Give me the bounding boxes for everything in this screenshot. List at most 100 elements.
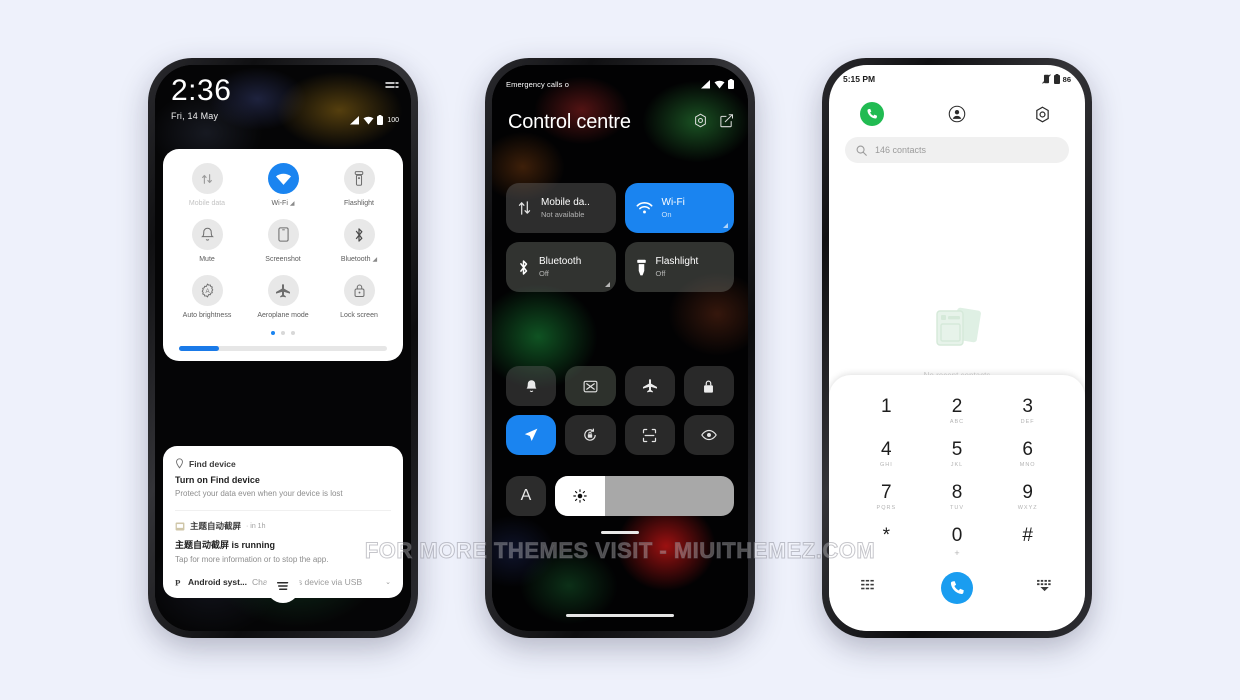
qs-label: Lock screen <box>340 312 378 319</box>
page-title: Control centre <box>508 111 631 133</box>
quick-settings-grid: Mobile data Wi-Fi ◢ Flashlight Mute Scre… <box>169 163 397 319</box>
qs-tile-aeroplane-mode[interactable]: Aeroplane mode <box>245 275 321 319</box>
qs-tile-mute[interactable]: Mute <box>169 219 245 263</box>
cc-tile-subtitle: On <box>661 210 672 220</box>
qs-page-dot[interactable] <box>271 331 275 335</box>
notification-app-row: Find device <box>175 458 391 469</box>
cc-tile-wifi[interactable]: Wi-Fi On <box>624 183 734 233</box>
data-transfer-icon <box>191 163 223 194</box>
cc-small-tile-aeroplane[interactable] <box>624 366 675 406</box>
notification-divider <box>175 510 391 512</box>
cc-tile-flashlight[interactable]: Flashlight Off <box>624 242 734 292</box>
hide-keypad-icon[interactable] <box>1036 579 1053 597</box>
battery-icon <box>1053 74 1060 84</box>
chevron-down-icon[interactable]: ⌄ <box>385 578 391 586</box>
phone-3-status-icons: 86 <box>1041 74 1071 84</box>
notification-title: 主题自动截屏 is running <box>175 540 275 551</box>
cc-tile-subtitle: Off <box>539 269 549 279</box>
qs-page-dot[interactable] <box>291 331 295 335</box>
location-arrow-icon <box>524 428 538 441</box>
keypad-action-row <box>851 572 1063 604</box>
cc-small-tile-eye[interactable] <box>683 415 734 455</box>
call-button[interactable] <box>941 572 973 604</box>
tab-contacts[interactable] <box>914 105 999 123</box>
key-0[interactable]: 0 + <box>922 526 993 558</box>
key-star[interactable]: * <box>851 526 922 558</box>
cc-small-tile-location[interactable] <box>506 415 557 455</box>
qs-page-indicator[interactable] <box>169 331 397 335</box>
key-3[interactable]: 3 DEF <box>992 397 1063 425</box>
location-pin-icon <box>176 458 183 469</box>
auto-brightness-icon: A <box>191 275 223 306</box>
cc-tile-subtitle: Off <box>655 269 666 279</box>
quick-settings-panel: Mobile data Wi-Fi ◢ Flashlight Mute Scre… <box>163 149 403 361</box>
key-9[interactable]: 9 WXYZ <box>992 483 1063 511</box>
cc-tile-title: Wi-Fi <box>661 196 685 208</box>
cc-tile-mobile-data[interactable]: Mobile da.. Not available <box>506 183 616 233</box>
key-5[interactable]: 5 JKL <box>922 440 993 468</box>
expand-corner-icon[interactable] <box>723 223 728 228</box>
qs-tile-bluetooth[interactable]: Bluetooth ◢ <box>321 219 397 263</box>
flashlight-icon <box>636 259 646 275</box>
qs-tile-screenshot[interactable]: Screenshot <box>245 219 321 263</box>
search-input[interactable]: 146 contacts <box>845 137 1069 163</box>
qs-tile-lock-screen[interactable]: Lock screen <box>321 275 397 319</box>
notification-list-icon[interactable] <box>266 569 300 603</box>
battery-icon <box>377 115 384 125</box>
settings-gear-icon <box>1036 106 1049 122</box>
call-log-icon[interactable] <box>861 579 878 597</box>
control-centre-drag-handle[interactable] <box>601 531 639 534</box>
brightness-fill <box>179 346 219 351</box>
phone-handset-icon <box>859 102 884 126</box>
cc-small-tile-rotation-lock[interactable] <box>565 415 616 455</box>
key-hash[interactable]: # <box>992 526 1063 558</box>
wifi-icon <box>714 80 725 88</box>
collapse-handle-icon[interactable] <box>385 77 399 95</box>
cast-screen-icon <box>583 380 598 392</box>
notification-app-row: 主题自动截屏 · in 1h <box>175 520 391 532</box>
brightness-slider[interactable] <box>179 346 387 351</box>
search-icon <box>856 145 867 156</box>
key-8[interactable]: 8 TUV <box>922 483 993 511</box>
cc-small-tile-scan[interactable] <box>624 415 675 455</box>
person-circle-icon <box>948 105 966 123</box>
key-1[interactable]: 1 <box>851 397 922 425</box>
cc-small-tile-cast[interactable] <box>565 366 616 406</box>
tab-settings[interactable] <box>1000 106 1085 123</box>
phone-2-wallpaper <box>492 65 748 631</box>
qs-page-dot[interactable] <box>281 331 285 335</box>
bluetooth-icon <box>343 219 375 250</box>
cc-small-tile-lock[interactable] <box>683 366 734 406</box>
expand-corner-icon[interactable] <box>604 282 610 287</box>
tab-phone[interactable] <box>829 102 914 126</box>
qs-tile-wifi[interactable]: Wi-Fi ◢ <box>245 163 321 207</box>
status-time: 5:15 PM <box>843 74 876 84</box>
cc-auto-brightness-tile[interactable]: A <box>506 476 546 516</box>
notification-app-name: 主题自动截屏 <box>190 521 242 532</box>
control-centre-header: Control centre <box>508 111 734 134</box>
qs-tile-mobile-data[interactable]: Mobile data <box>169 163 245 207</box>
battery-percent: 86 <box>1062 74 1071 84</box>
eye-icon <box>701 429 717 441</box>
cc-tile-title: Mobile da.. <box>541 196 590 208</box>
cc-small-tile-mute[interactable] <box>506 366 557 406</box>
lock-icon <box>704 380 714 393</box>
qs-tile-auto-brightness[interactable]: A Auto brightness <box>169 275 245 319</box>
key-4[interactable]: 4 GHI <box>851 440 922 468</box>
key-2[interactable]: 2 ABC <box>922 397 993 425</box>
qs-tile-flashlight[interactable]: Flashlight <box>321 163 397 207</box>
edit-pencil-icon[interactable] <box>719 113 734 133</box>
empty-state: No recent contacts <box>829 305 1085 380</box>
cc-tile-bluetooth[interactable]: Bluetooth Off <box>506 242 616 292</box>
dialer-keypad: 1 2 ABC 3 DEF 4 GHI 5 JKL 6 MNO 7 PQRS 8 TUV 9W… <box>829 375 1085 631</box>
settings-gear-icon[interactable] <box>693 113 708 133</box>
gesture-navigation-bar[interactable] <box>566 614 674 617</box>
key-6[interactable]: 6 MNO <box>992 440 1063 468</box>
bluetooth-icon <box>519 259 528 275</box>
phone-screenshot-icon <box>267 219 299 250</box>
cc-brightness-slider[interactable] <box>555 476 734 516</box>
airplane-icon <box>642 379 657 393</box>
notification-body: Protect your data even when your device … <box>175 489 343 498</box>
key-7[interactable]: 7 PQRS <box>851 483 922 511</box>
phone-2-status-bar: Emergency calls o <box>506 79 734 89</box>
